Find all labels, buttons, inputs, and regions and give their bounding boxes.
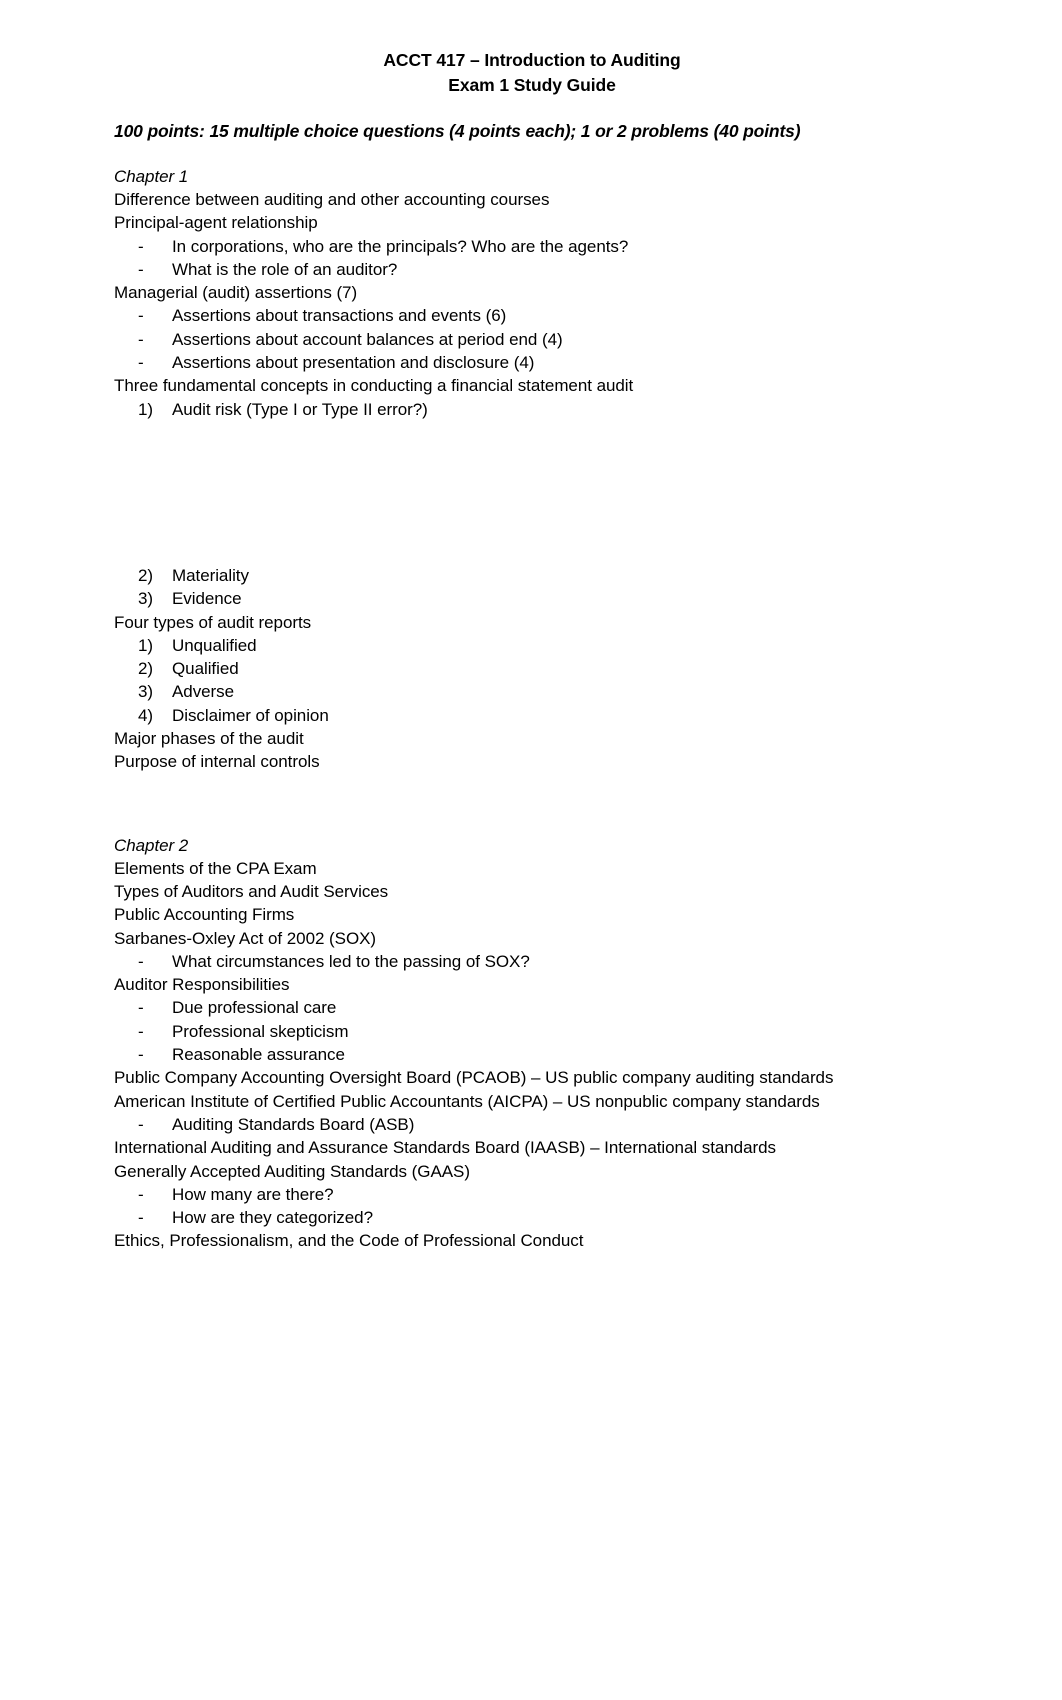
chapter-1-heading: Chapter 1 — [103, 166, 201, 189]
list-item: - How are they categorized? — [114, 1206, 950, 1229]
page-title: ACCT 417 – Introduction to Auditing — [383, 50, 681, 70]
chapter-1-section: Chapter 1 Difference between auditing an… — [103, 165, 950, 774]
dash-bullet: - — [138, 259, 144, 279]
chapter-1-topic-assertions: Managerial (audit) assertions (7) — [114, 283, 358, 303]
list-item-label: Reasonable assurance — [172, 1045, 345, 1065]
list-item: 3) Adverse — [114, 680, 950, 703]
chapter-2-topic-iaasb: International Auditing and Assurance Sta… — [114, 1138, 776, 1158]
chapter-2-section: Chapter 2 Elements of the CPA Exam Types… — [103, 834, 950, 1253]
list-item-label: Materiality — [172, 565, 249, 585]
list-item: 3) Evidence — [114, 587, 950, 610]
number-bullet: 2) — [138, 659, 154, 679]
list-item-label: Assertions about transactions and events… — [172, 306, 507, 326]
dash-bullet: - — [138, 236, 144, 256]
dash-bullet: - — [138, 951, 144, 971]
exam-format-line: 100 points: 15 multiple choice questions… — [114, 121, 801, 141]
number-bullet: 3) — [138, 682, 154, 702]
chapter-1-topic-major-phases: Major phases of the audit — [114, 729, 304, 749]
list-item: - How many are there? — [114, 1183, 950, 1206]
spacer-blank-region — [114, 421, 950, 564]
list-item: 4) Disclaimer of opinion — [114, 704, 950, 727]
spacer-between-chapters — [114, 774, 950, 834]
list-item-label: In corporations, who are the principals?… — [172, 236, 629, 256]
chapter-2-topic-auditor-types: Types of Auditors and Audit Services — [114, 881, 389, 901]
list-item-label: Assertions about presentation and disclo… — [172, 353, 535, 373]
list-item: 2) Materiality — [114, 564, 950, 587]
list-item-label: Disclaimer of opinion — [172, 705, 329, 725]
number-bullet: 2) — [138, 565, 154, 585]
list-item-label: What circumstances led to the passing of… — [172, 951, 530, 971]
dash-bullet: - — [138, 353, 144, 373]
list-item: 1) Audit risk (Type I or Type II error?) — [114, 398, 950, 421]
list-item-label: Unqualified — [172, 635, 257, 655]
chapter-2-topic-ethics: Ethics, Professionalism, and the Code of… — [114, 1231, 584, 1251]
chapter-1-topic-difference: Difference between auditing and other ac… — [114, 190, 550, 209]
list-item: - Auditing Standards Board (ASB) — [114, 1113, 950, 1136]
list-item-label: Qualified — [172, 659, 239, 679]
dash-bullet: - — [138, 1184, 144, 1204]
list-item: - Due professional care — [114, 996, 950, 1019]
page-subtitle: Exam 1 Study Guide — [448, 75, 616, 95]
dash-bullet: - — [138, 998, 144, 1018]
chapter-1-topic-fundamental-concepts: Three fundamental concepts in conducting… — [114, 376, 634, 396]
chapter-1-topic-principal-agent: Principal-agent relationship — [114, 213, 318, 233]
list-item: - Assertions about transactions and event… — [114, 304, 950, 327]
list-item-label: Adverse — [172, 682, 235, 702]
list-item: - In corporations, who are the principals… — [114, 235, 950, 258]
list-item-label: Auditing Standards Board (ASB) — [172, 1114, 415, 1134]
list-item-label: Audit risk (Type I or Type II error?) — [172, 399, 428, 419]
document-page: ACCT 417 – Introduction to Auditing Exam… — [0, 0, 1062, 1700]
number-bullet: 3) — [138, 589, 154, 609]
chapter-1-topic-audit-reports: Four types of audit reports — [114, 612, 312, 632]
list-item: - Assertions about presentation and discl… — [114, 351, 950, 374]
number-bullet: 1) — [138, 399, 154, 419]
list-item: - Assertions about account balances at pe… — [114, 328, 950, 351]
spacer-after-header — [114, 143, 950, 165]
dash-bullet: - — [138, 329, 144, 349]
list-item-label: What is the role of an auditor? — [172, 259, 398, 279]
list-item-label: How are they categorized? — [172, 1208, 373, 1228]
dash-bullet: - — [138, 1208, 144, 1228]
dash-bullet: - — [138, 306, 144, 326]
chapter-2-topic-cpa-exam: Elements of the CPA Exam — [114, 858, 317, 878]
list-item-label: Evidence — [172, 589, 242, 609]
list-item: - What is the role of an auditor? — [114, 258, 950, 281]
chapter-2-topic-public-firms: Public Accounting Firms — [114, 905, 295, 925]
number-bullet: 1) — [138, 635, 154, 655]
chapter-2-heading: Chapter 2 — [103, 834, 201, 858]
chapter-2-topic-sox: Sarbanes-Oxley Act of 2002 (SOX) — [114, 928, 377, 948]
list-item: 1) Unqualified — [114, 634, 950, 657]
chapter-2-topic-auditor-responsibilities: Auditor Responsibilities — [114, 975, 290, 995]
list-item: 2) Qualified — [114, 657, 950, 680]
list-item-label: How many are there? — [172, 1184, 334, 1204]
list-item: - What circumstances led to the passing o… — [114, 950, 950, 973]
list-item-label: Assertions about account balances at per… — [172, 329, 563, 349]
chapter-2-topic-gaas: Generally Accepted Auditing Standards (G… — [114, 1161, 470, 1181]
dash-bullet: - — [138, 1114, 144, 1134]
list-item: - Professional skepticism — [114, 1020, 950, 1043]
list-item-label: Due professional care — [172, 998, 337, 1018]
chapter-1-topic-internal-controls: Purpose of internal controls — [114, 752, 320, 772]
dash-bullet: - — [138, 1021, 144, 1041]
dash-bullet: - — [138, 1045, 144, 1065]
list-item-label: Professional skepticism — [172, 1021, 349, 1041]
chapter-2-topic-pcaob: Public Company Accounting Oversight Boar… — [114, 1068, 834, 1088]
number-bullet: 4) — [138, 705, 154, 725]
chapter-2-topic-aicpa: American Institute of Certified Public A… — [114, 1091, 820, 1111]
list-item: - Reasonable assurance — [114, 1043, 950, 1066]
